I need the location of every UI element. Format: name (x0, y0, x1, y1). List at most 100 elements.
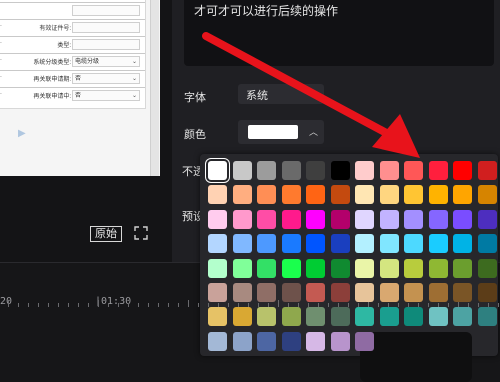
color-swatch[interactable] (477, 161, 497, 180)
color-swatch[interactable] (208, 331, 227, 351)
color-swatch[interactable] (355, 331, 374, 351)
color-swatch[interactable] (232, 331, 252, 351)
color-swatch[interactable] (281, 209, 301, 229)
color-swatch[interactable] (232, 185, 252, 205)
color-swatch[interactable] (477, 185, 497, 205)
color-swatch[interactable] (428, 283, 448, 302)
color-swatch[interactable] (355, 209, 374, 229)
form-row-field[interactable] (72, 5, 140, 16)
color-swatch[interactable] (306, 258, 325, 278)
color-swatch[interactable] (232, 209, 252, 229)
color-swatch[interactable] (453, 185, 472, 205)
color-swatch[interactable] (379, 307, 399, 327)
color-swatch[interactable] (306, 209, 325, 229)
form-row-field[interactable]: 电缆分级 ⌄ (72, 56, 140, 67)
color-swatch[interactable] (477, 209, 497, 229)
form-row-field[interactable] (72, 22, 140, 33)
color-swatch[interactable] (208, 234, 227, 254)
color-swatch[interactable] (330, 234, 350, 254)
color-swatch[interactable] (355, 234, 374, 254)
fullscreen-icon[interactable] (134, 225, 148, 240)
color-swatch[interactable] (257, 283, 276, 302)
color-swatch[interactable] (257, 185, 276, 205)
color-swatch[interactable] (330, 331, 350, 351)
color-swatch[interactable] (281, 331, 301, 351)
color-swatch[interactable] (404, 209, 423, 229)
color-swatch[interactable] (281, 234, 301, 254)
color-swatch[interactable] (379, 161, 399, 180)
color-swatch[interactable] (257, 258, 276, 278)
color-swatch[interactable] (281, 283, 301, 302)
form-row-field[interactable]: 否 ⌄ (72, 90, 140, 101)
color-swatch[interactable] (453, 234, 472, 254)
color-swatch[interactable] (257, 161, 276, 180)
color-swatch[interactable] (428, 185, 448, 205)
color-swatch[interactable] (453, 209, 472, 229)
form-row-field[interactable] (72, 39, 140, 50)
color-swatch[interactable] (453, 161, 472, 180)
color-swatch[interactable] (477, 307, 497, 327)
color-swatch[interactable] (257, 307, 276, 327)
color-swatch[interactable] (281, 185, 301, 205)
color-swatch[interactable] (232, 234, 252, 254)
color-swatch[interactable] (208, 185, 227, 205)
color-swatch[interactable] (404, 185, 423, 205)
color-swatch[interactable] (330, 258, 350, 278)
color-swatch[interactable] (306, 185, 325, 205)
color-swatch[interactable] (232, 283, 252, 302)
color-swatch[interactable] (355, 283, 374, 302)
color-swatch[interactable] (306, 307, 325, 327)
color-swatch[interactable] (257, 209, 276, 229)
color-swatch[interactable] (428, 161, 448, 180)
color-swatch[interactable] (379, 209, 399, 229)
color-swatch[interactable] (330, 161, 350, 180)
color-swatch[interactable] (404, 234, 423, 254)
color-swatch[interactable] (428, 307, 448, 327)
color-swatch[interactable] (281, 161, 301, 180)
color-swatch[interactable] (379, 258, 399, 278)
color-swatch[interactable] (281, 258, 301, 278)
color-swatch[interactable] (306, 161, 325, 180)
color-swatch[interactable] (281, 307, 301, 327)
color-swatch[interactable] (428, 234, 448, 254)
color-swatch[interactable] (355, 161, 374, 180)
color-swatch[interactable] (208, 258, 227, 278)
color-swatch[interactable] (453, 258, 472, 278)
color-swatch[interactable] (404, 161, 423, 180)
color-swatch[interactable] (355, 258, 374, 278)
color-swatch[interactable] (477, 258, 497, 278)
document-scrollbar[interactable] (150, 0, 159, 176)
color-swatch[interactable] (257, 331, 276, 351)
color-swatch[interactable] (453, 307, 472, 327)
color-swatch[interactable] (453, 283, 472, 302)
color-swatch[interactable] (330, 209, 350, 229)
color-swatch[interactable] (355, 307, 374, 327)
color-swatch[interactable] (355, 185, 374, 205)
color-swatch[interactable] (404, 283, 423, 302)
color-swatch[interactable] (306, 234, 325, 254)
color-swatch[interactable] (330, 185, 350, 205)
color-swatch[interactable] (428, 209, 448, 229)
color-swatch[interactable] (379, 185, 399, 205)
color-swatch[interactable] (428, 258, 448, 278)
color-swatch[interactable] (208, 209, 227, 229)
color-swatch[interactable] (379, 234, 399, 254)
color-swatch[interactable] (404, 307, 423, 327)
form-row-field[interactable]: 否 ⌄ (72, 73, 140, 84)
color-swatch[interactable] (257, 234, 276, 254)
original-ratio-button[interactable]: 原始 (90, 226, 122, 242)
color-swatch[interactable] (232, 161, 252, 180)
color-swatch[interactable] (404, 258, 423, 278)
color-swatch[interactable] (379, 283, 399, 302)
color-swatch[interactable] (330, 283, 350, 302)
color-swatch[interactable] (306, 283, 325, 302)
color-swatch[interactable] (208, 161, 227, 180)
color-swatch[interactable] (208, 307, 227, 327)
color-swatch[interactable] (477, 234, 497, 254)
color-swatch[interactable] (232, 258, 252, 278)
color-swatch[interactable] (208, 283, 227, 302)
color-swatch[interactable] (330, 307, 350, 327)
color-swatch[interactable] (232, 307, 252, 327)
color-swatch[interactable] (477, 283, 497, 302)
color-swatch[interactable] (306, 331, 325, 351)
